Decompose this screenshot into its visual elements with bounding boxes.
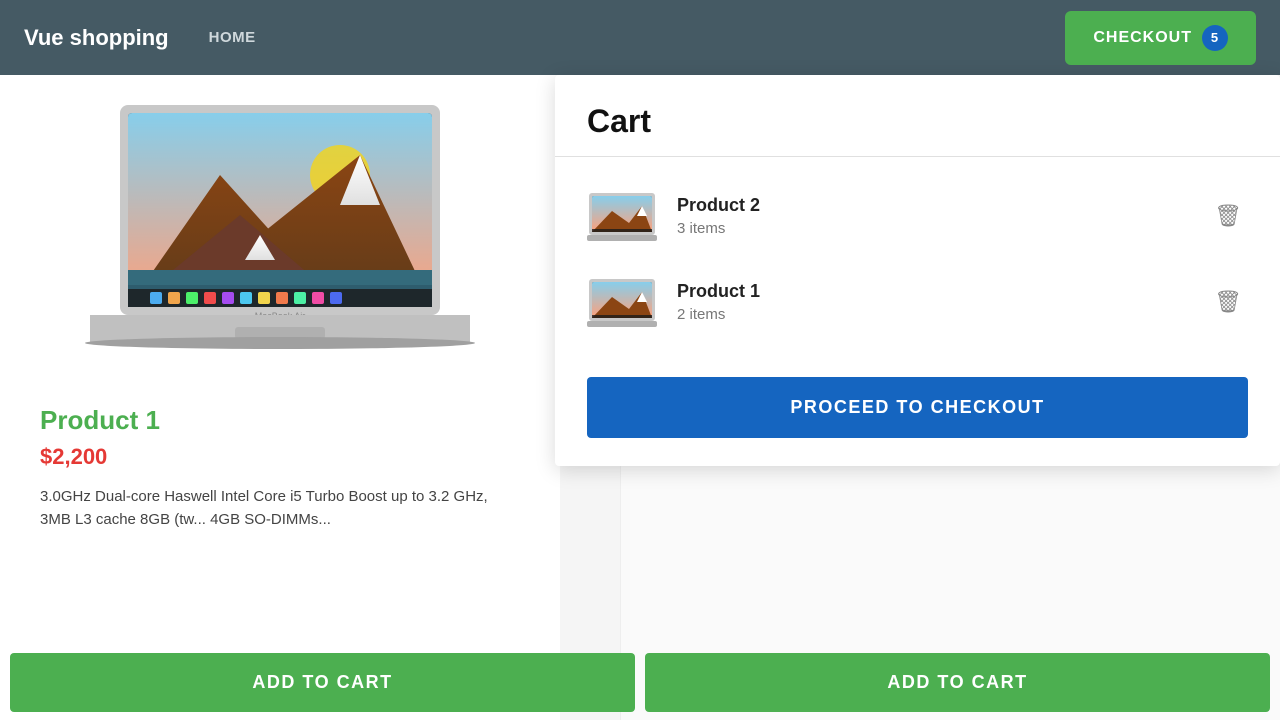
product-1-card: MacBook Air Product 1 $2,200 3.0GHz Dual…: [0, 75, 560, 720]
cart-header: Cart: [555, 75, 1280, 157]
proceed-to-checkout-button[interactable]: PROCEED TO CHECKOUT: [587, 377, 1248, 438]
cart-item-1-info: Product 2 3 items: [677, 195, 1188, 237]
add-to-cart-button-2[interactable]: ADD TO CART: [645, 653, 1270, 712]
cart-item-2-quantity: 2 items: [677, 306, 1188, 323]
add-to-cart-bar: ADD TO CART ADD TO CART: [0, 645, 1280, 720]
product-1-price: $2,200: [40, 444, 520, 470]
cart-overlay: Cart: [555, 75, 1280, 466]
product-1-title: Product 1: [40, 405, 520, 436]
home-nav-link[interactable]: HOME: [209, 29, 256, 46]
cart-item: Product 1 2 items 🗑: [555, 259, 1280, 345]
cart-title: Cart: [587, 103, 1248, 140]
cart-item: Product 2 3 items 🗑: [555, 173, 1280, 259]
product-1-description: 3.0GHz Dual-core Haswell Intel Core i5 T…: [40, 486, 520, 531]
cart-count-badge: 5: [1202, 25, 1228, 51]
delete-item-2-button[interactable]: 🗑: [1208, 283, 1248, 321]
cart-item-1-name: Product 2: [677, 195, 1188, 216]
navbar: Vue shopping HOME CHECKOUT 5: [0, 0, 1280, 75]
cart-item-1-thumbnail: [587, 191, 657, 241]
cart-item-2-thumbnail: [587, 277, 657, 327]
delete-item-1-button[interactable]: 🗑: [1208, 197, 1248, 235]
product-1-info: Product 1 $2,200 3.0GHz Dual-core Haswel…: [0, 385, 560, 571]
cart-item-2-info: Product 1 2 items: [677, 281, 1188, 323]
checkout-label: CHECKOUT: [1093, 29, 1192, 47]
cart-items-list: Product 2 3 items 🗑: [555, 157, 1280, 361]
add-to-cart-button-1[interactable]: ADD TO CART: [10, 653, 635, 712]
product-1-image-container: MacBook Air: [0, 75, 560, 385]
main-area: MacBook Air Product 1 $2,200 3.0GHz Dual…: [0, 75, 1280, 720]
product-1-image: MacBook Air: [30, 95, 530, 375]
cart-item-1-quantity: 3 items: [677, 220, 1188, 237]
checkout-button[interactable]: CHECKOUT 5: [1065, 11, 1256, 65]
cart-item-2-name: Product 1: [677, 281, 1188, 302]
app-brand: Vue shopping: [24, 25, 169, 51]
